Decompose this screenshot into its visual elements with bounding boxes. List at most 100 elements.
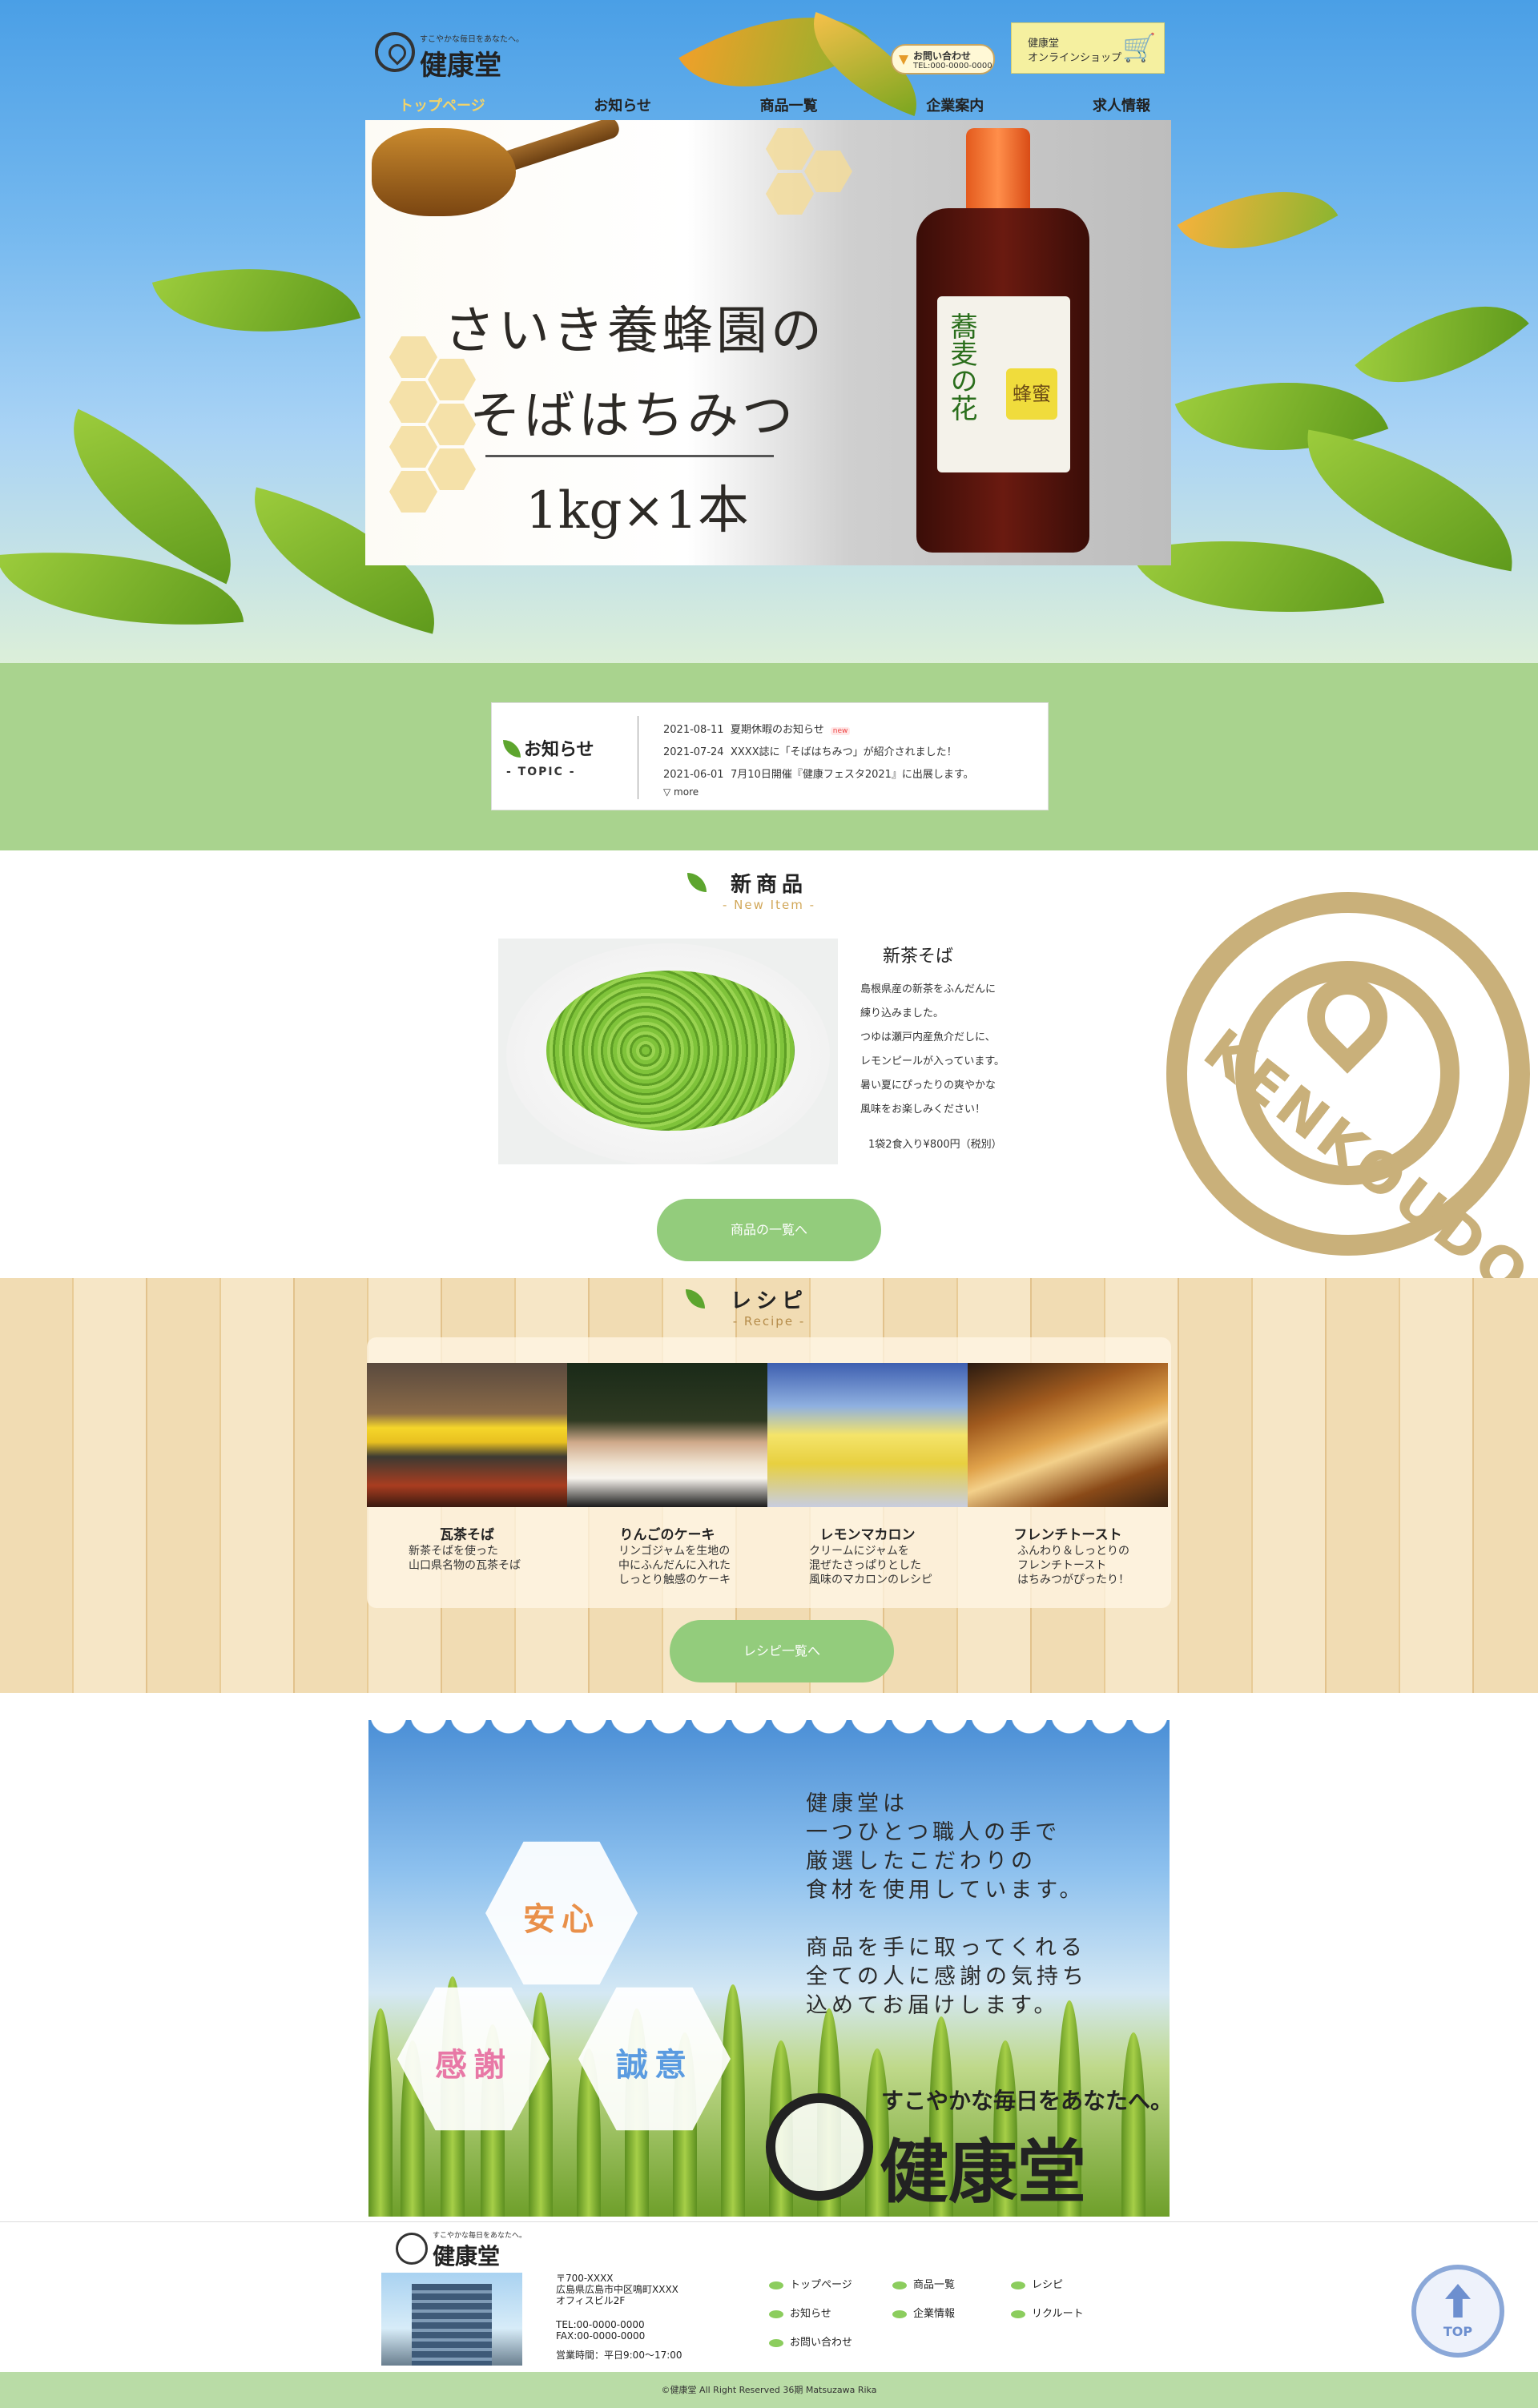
cart-icon: 🛒 [1122,32,1157,64]
recipe-image [767,1363,968,1507]
corn-leaf [721,1984,745,2217]
nav-item-company[interactable]: 企業案内 [926,94,984,120]
recipe-name: りんごのケーキ [619,1527,715,1543]
news-subtitle: - TOPIC - [506,766,576,778]
honeycomb-decoration [428,404,476,445]
news-item[interactable]: 2021-08-11 夏期休暇のお知らせ new [663,721,851,736]
footer-link-recruit[interactable]: リクルート [1011,2305,1084,2320]
product-desc: つゆは瀬戸内産魚介だしに、 [860,1031,996,1043]
honeycomb-decoration [389,426,437,468]
footer-logo-name: 健康堂 [433,2243,501,2269]
recipe-list-button[interactable]: レシピ一覧へ [670,1620,894,1682]
main-banner[interactable]: さいき養蜂園の そばはちみつ 1kg×1本 蕎麦の花 蜂蜜 [365,120,1171,565]
logo-name: 健康堂 [420,50,501,82]
contact-phone: TEL:000-0000-0000 [913,62,992,70]
shop-label-2: オンラインショップ [1028,52,1122,64]
honeycomb-decoration [428,448,476,490]
recipe-card[interactable]: フレンチトースト ふんわり＆しっとりの フレンチトースト はちみつがぴったり！ [968,1363,1168,1603]
nav-item-top[interactable]: トップページ [399,94,485,120]
news-date: 2021-08-11 [663,724,724,736]
footer-link-top[interactable]: トップページ [769,2276,852,2291]
bottle-cap [966,128,1030,216]
recipe-name: フレンチトースト [1013,1527,1122,1543]
honey-dipper-icon [372,128,516,216]
news-item[interactable]: 2021-06-01 7月10日開催『健康フェスタ2021』に出展します。 [663,766,974,781]
news-text: 7月10日開催『健康フェスタ2021』に出展します。 [731,769,974,781]
leaf-decoration [1177,153,1339,287]
hex-label-kansha: 感謝 [435,2047,512,2084]
footer-link-products[interactable]: 商品一覧 [892,2276,955,2291]
footer-link-news[interactable]: お知らせ [769,2305,831,2320]
nav-item-news[interactable]: お知らせ [594,94,651,120]
philosophy-line: 健康堂は [806,1791,908,1816]
news-date: 2021-07-24 [663,746,724,758]
product-image[interactable] [498,939,838,1164]
news-more-link[interactable]: ▽ more [663,786,699,798]
leaf-decoration [1290,429,1530,572]
back-to-top-button[interactable]: TOP [1411,2265,1504,2358]
new-item-title: 新商品 [730,873,807,897]
online-shop-button[interactable]: 健康堂 オンラインショップ 🛒 [1011,22,1165,74]
philosophy-banner: 安心 感謝 誠意 健康堂は 一つひとつ職人の手で 厳選したこだわりの 食材を使用… [368,1720,1170,2217]
news-title: お知らせ [524,740,594,760]
logo-mark-icon [375,32,415,72]
sprout-icon [769,2338,783,2347]
footer-link-company[interactable]: 企業情報 [892,2305,955,2320]
product-desc: 暑い夏にぴったりの爽やかな [860,1079,996,1091]
banner-divider [485,455,774,457]
honeycomb-decoration [766,128,814,170]
nav-item-products[interactable]: 商品一覧 [760,94,818,120]
sprout-icon [892,2310,907,2318]
recipe-desc: クリームにジャムを 混ぜたさっぱりとした 風味のマカロンのレシピ [809,1545,932,1586]
arrow-up-icon [1445,2284,1471,2318]
footer-address: 広島県広島市中区鳴町XXXX [556,2284,678,2295]
recipe-image [567,1363,767,1507]
recipe-card[interactable]: りんごのケーキ リンゴジャムを生地の 中にふんだんに入れた しっとり触感のケーキ [567,1363,767,1603]
footer-link-contact[interactable]: お問い合わせ [769,2334,852,2349]
leaf-decoration [151,232,361,368]
kenkoudo-mark-icon: KENKOUDO [1166,892,1538,1312]
new-badge: new [830,727,851,735]
philosophy-line: 込めてお届けします。 [806,1993,1060,2018]
footer-logo[interactable]: すこやかな毎日をあなたへ。 健康堂 [396,2229,572,2269]
footer-address: 〒700-XXXX [556,2273,614,2284]
bottle-label-sub: 蜂蜜 [1006,368,1057,420]
banner-line-2: そばはちみつ [469,387,796,446]
logo-mark-icon [766,2093,873,2201]
green-tea-soba [546,971,795,1131]
sprout-icon [769,2310,783,2318]
wave-edge [368,1720,1170,1739]
hex-label-anshin: 安心 [523,1901,600,1938]
product-desc: 練り込みました。 [860,1007,944,1019]
news-text: XXXX誌に「そばはちみつ」が紹介されました！ [731,746,957,758]
news-date: 2021-06-01 [663,769,724,781]
philosophy-line: 全ての人に感謝の気持ち [806,1964,1088,1989]
logo-tagline: すこやかな毎日をあなたへ。 [420,35,524,44]
product-price: 1袋2食入り¥800円（税別） [868,1139,1002,1151]
product-name: 新茶そば [883,947,954,967]
corn-leaf [529,1992,553,2217]
nav-item-recruit[interactable]: 求人情報 [1093,94,1150,120]
recipe-subtitle: - Recipe - [732,1314,806,1329]
honeycomb-decoration [428,359,476,400]
honey-bottle: 蕎麦の花 蜂蜜 [910,128,1110,557]
news-box: お知らせ - TOPIC - 2021-08-11 夏期休暇のお知らせ new 20… [491,702,1049,810]
news-item[interactable]: 2021-07-24 XXXX誌に「そばはちみつ」が紹介されました！ [663,743,957,758]
recipe-desc: リンゴジャムを生地の 中にふんだんに入れた しっとり触感のケーキ [618,1545,731,1586]
footer-link-recipe[interactable]: レシピ [1011,2276,1063,2291]
recipe-image [367,1363,567,1507]
copyright: ©健康堂 All Right Reserved 36期 Matsuzawa Ri… [0,2372,1538,2408]
product-desc: 島根県産の新茶をふんだんに [860,983,996,995]
recipe-card[interactable]: 瓦茶そば 新茶そばを使った 山口県名物の瓦茶そば [367,1363,567,1603]
triangle-icon [899,55,908,65]
recipe-name: 瓦茶そば [440,1527,494,1543]
honeycomb-decoration [389,336,437,378]
contact-button[interactable]: お問い合わせ TEL:000-0000-0000 [891,44,995,74]
recipe-card[interactable]: レモンマカロン クリームにジャムを 混ぜたさっぱりとした 風味のマカロンのレシピ [767,1363,968,1603]
header-logo[interactable]: すこやかな毎日をあなたへ。 健康堂 [375,29,535,82]
product-list-button[interactable]: 商品の一覧へ [657,1199,881,1261]
philosophy-line: 食材を使用しています。 [806,1878,1085,1903]
recipe-desc: ふんわり＆しっとりの フレンチトースト はちみつがぴったり！ [1017,1545,1129,1586]
sprout-icon [769,2281,783,2289]
philosophy-line: 厳選したこだわりの [806,1849,1037,1874]
